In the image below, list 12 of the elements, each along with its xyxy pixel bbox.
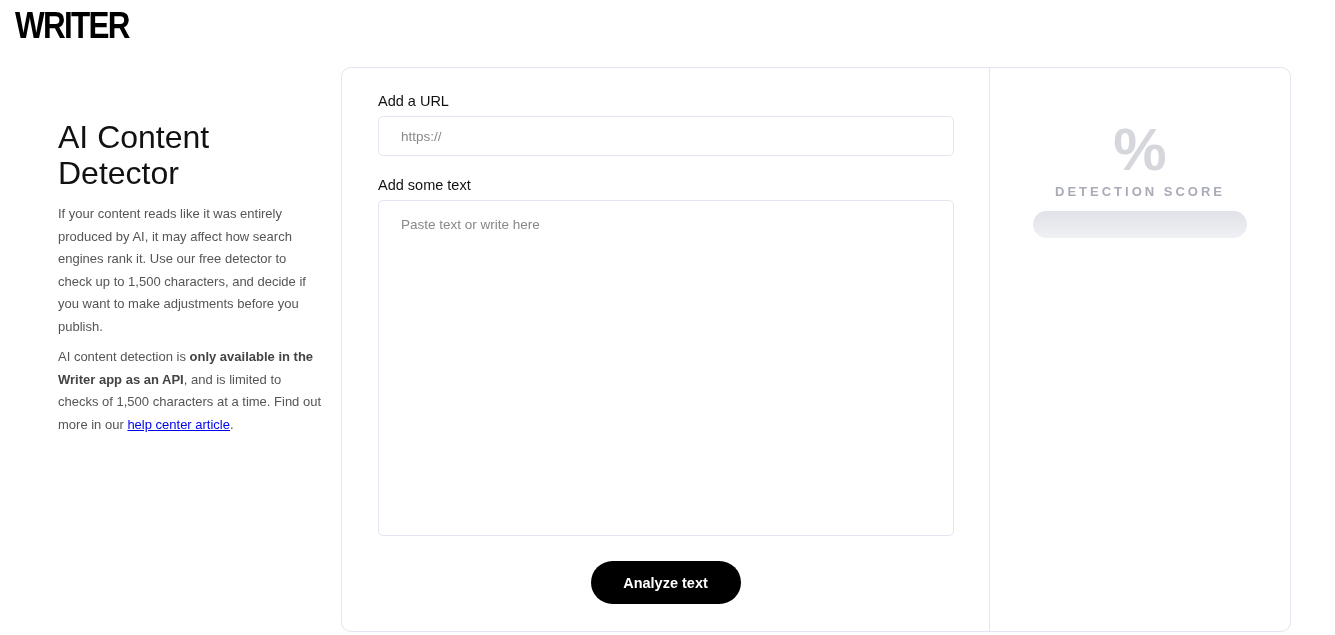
text-field[interactable]: Paste text or write here bbox=[378, 200, 954, 536]
description-text: If your content reads like it was entirely produced by AI, it may affect how search engines rank it. Use our free detector to check up to 1,500 characters, and decide if you want to make adjustments before you publish. bbox=[58, 205, 307, 336]
score-value: % bbox=[1113, 120, 1167, 180]
description-text: AI content detection is only available in the Writer app as an API, and is limited to checks of 1,500 characters at a time. Find out more in our help center article. bbox=[58, 348, 322, 434]
logo: WRITER bbox=[15, 6, 131, 46]
help-link[interactable]: help center article bbox=[127, 416, 230, 432]
score-label: DETECTION SCORE bbox=[1055, 184, 1225, 199]
url-field[interactable]: https:// bbox=[378, 116, 954, 156]
page-title: AI Content Detector bbox=[58, 119, 211, 191]
analyze-button[interactable]: Analyze text bbox=[590, 561, 741, 604]
text-label: Add some text bbox=[378, 177, 472, 193]
url-label: Add a URL bbox=[378, 93, 450, 109]
